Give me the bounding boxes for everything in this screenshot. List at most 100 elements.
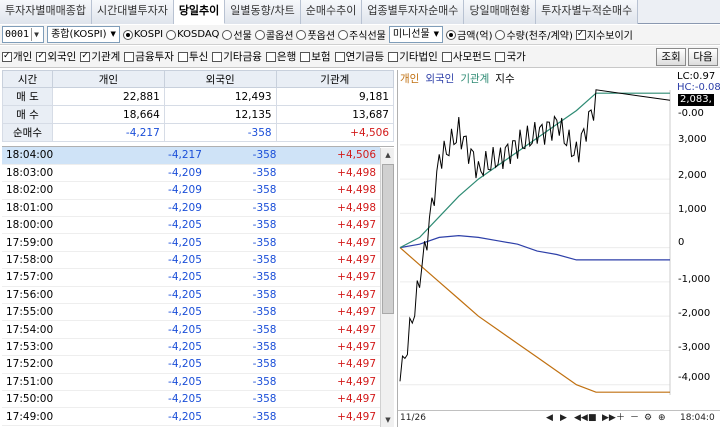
investor-checkbox-11[interactable]: 국가 bbox=[495, 49, 526, 64]
table-row[interactable]: 18:00:00 -4,205 -358 +4,497 bbox=[2, 216, 380, 235]
table-row[interactable]: 17:50:00 -4,205 -358 +4,497 bbox=[2, 390, 380, 409]
tab-2[interactable]: 당일추이 bbox=[173, 0, 226, 24]
table-row[interactable]: 17:58:00 -4,205 -358 +4,497 bbox=[2, 251, 380, 270]
futures-select[interactable]: 미니선물 ▼ bbox=[388, 26, 444, 43]
market-select[interactable]: 종합(KOSPI) ▼ bbox=[47, 26, 120, 43]
scroll-down-icon[interactable]: ▼ bbox=[381, 413, 395, 427]
value-cell: -358 bbox=[205, 233, 281, 252]
radio-icon[interactable] bbox=[338, 29, 349, 40]
market-radio-2[interactable]: 선물 bbox=[222, 27, 252, 42]
checkbox-icon[interactable] bbox=[80, 51, 91, 62]
chevron-down-icon[interactable]: ▼ bbox=[111, 27, 116, 42]
table-row[interactable]: 17:56:00 -4,205 -358 +4,497 bbox=[2, 286, 380, 305]
chart-nav-icon-0[interactable]: ◀ bbox=[546, 412, 553, 425]
table-row[interactable]: 17:52:00 -4,205 -358 +4,497 bbox=[2, 355, 380, 374]
table-row[interactable]: 17:49:00 -4,205 -358 +4,497 bbox=[2, 407, 380, 426]
tab-4[interactable]: 순매수추이 bbox=[300, 0, 363, 24]
series-line-2 bbox=[399, 92, 670, 249]
market-radio-4[interactable]: 풋옵션 bbox=[296, 27, 335, 42]
value-cell: -4,205 bbox=[81, 286, 206, 305]
tab-1[interactable]: 시간대별투자자 bbox=[91, 0, 174, 24]
value-cell: -4,209 bbox=[81, 199, 206, 218]
checkbox-icon[interactable] bbox=[388, 51, 399, 62]
table-row[interactable]: 18:01:00 -4,209 -358 +4,498 bbox=[2, 199, 380, 218]
table-row[interactable]: 18:02:00 -4,209 -358 +4,498 bbox=[2, 181, 380, 200]
checkbox-icon[interactable] bbox=[36, 51, 47, 62]
checkbox-icon[interactable] bbox=[124, 51, 135, 62]
show-index-checkbox[interactable]: 지수보이기 bbox=[575, 27, 633, 42]
checkbox-icon[interactable] bbox=[177, 51, 188, 62]
table-row[interactable]: 17:53:00 -4,205 -358 +4,497 bbox=[2, 338, 380, 357]
checkbox-icon[interactable] bbox=[2, 51, 12, 62]
y-tick-label: 3,000 bbox=[678, 134, 707, 145]
time-cell: 17:57:00 bbox=[2, 268, 82, 287]
radio-icon[interactable] bbox=[166, 29, 177, 40]
value-cell: -4,205 bbox=[81, 233, 206, 252]
radio-icon[interactable] bbox=[122, 29, 133, 40]
scroll-up-icon[interactable]: ▲ bbox=[381, 148, 395, 162]
chart-nav-icon-5[interactable]: ＋ bbox=[616, 412, 625, 425]
table-row[interactable]: 17:55:00 -4,205 -358 +4,497 bbox=[2, 303, 380, 322]
market-radio-5[interactable]: 주식선물 bbox=[338, 27, 386, 42]
radio-icon[interactable] bbox=[222, 29, 233, 40]
time-table-scrollbar[interactable]: ▲ ▼ bbox=[380, 148, 394, 427]
tab-0[interactable]: 투자자별매매종합 bbox=[0, 0, 92, 24]
unit-radio-label: 수량(천주/계약) bbox=[506, 31, 573, 42]
table-row[interactable]: 17:54:00 -4,205 -358 +4,497 bbox=[2, 320, 380, 339]
chevron-down-icon[interactable]: ▼ bbox=[31, 28, 41, 41]
unit-radio-1[interactable]: 수량(천주/계약) bbox=[495, 27, 573, 42]
checkbox-icon[interactable] bbox=[441, 51, 452, 62]
investor-checkbox-5[interactable]: 기타금융 bbox=[212, 49, 262, 64]
investor-checkbox-0[interactable]: 개인 bbox=[2, 49, 32, 64]
chart-nav-icon-3[interactable]: ■ bbox=[588, 412, 597, 425]
checkbox-icon[interactable] bbox=[495, 51, 506, 62]
investor-checkbox-7[interactable]: 보험 bbox=[300, 49, 331, 64]
value-cell: +4,497 bbox=[280, 320, 380, 339]
radio-icon[interactable] bbox=[495, 29, 506, 40]
table-row[interactable]: 17:51:00 -4,205 -358 +4,497 bbox=[2, 373, 380, 391]
radio-icon[interactable] bbox=[254, 29, 265, 40]
chart-nav-icon-2[interactable]: ◀◀ bbox=[574, 412, 588, 425]
radio-icon[interactable] bbox=[296, 29, 307, 40]
chart-nav-icon-6[interactable]: － bbox=[630, 412, 639, 425]
summary-row-label: 매 수 bbox=[2, 105, 53, 124]
table-row[interactable]: 18:04:00 -4,217 -358 +4,506 bbox=[2, 147, 380, 165]
market-radio-0[interactable]: KOSPI bbox=[122, 27, 163, 42]
tab-5[interactable]: 업종별투자자순매수 bbox=[362, 0, 465, 24]
checkbox-icon[interactable] bbox=[575, 29, 586, 40]
value-cell: +4,497 bbox=[280, 268, 380, 287]
checkbox-icon[interactable] bbox=[334, 51, 345, 62]
chart-nav-icon-1[interactable]: ▶ bbox=[560, 412, 567, 425]
investor-checkbox-6[interactable]: 은행 bbox=[265, 49, 296, 64]
search-button[interactable]: 조회 bbox=[656, 48, 686, 66]
chart-nav-icon-7[interactable]: ⚙ bbox=[644, 412, 652, 425]
investor-checkbox-10[interactable]: 사모펀드 bbox=[441, 49, 491, 64]
investor-checkbox-2[interactable]: 기관계 bbox=[80, 49, 120, 64]
chart-nav-icon-4[interactable]: ▶▶ bbox=[602, 412, 616, 425]
radio-icon[interactable] bbox=[446, 29, 457, 40]
unit-radio-0[interactable]: 금액(억) bbox=[446, 27, 492, 42]
market-radio-3[interactable]: 콜옵션 bbox=[254, 27, 293, 42]
tab-6[interactable]: 당일매매현황 bbox=[464, 0, 537, 24]
tab-3[interactable]: 일별동향/차트 bbox=[225, 0, 301, 24]
checkbox-icon[interactable] bbox=[212, 51, 223, 62]
investor-checkbox-4[interactable]: 투신 bbox=[177, 49, 208, 64]
investor-checkbox-3[interactable]: 금융투자 bbox=[124, 49, 174, 64]
summary-cell: -358 bbox=[163, 123, 277, 142]
table-row[interactable]: 17:57:00 -4,205 -358 +4,497 bbox=[2, 268, 380, 287]
chevron-down-icon[interactable]: ▼ bbox=[434, 27, 439, 42]
scroll-thumb[interactable] bbox=[382, 164, 394, 314]
investor-checkbox-9[interactable]: 기타법인 bbox=[388, 49, 438, 64]
investor-checkbox-1[interactable]: 외국인 bbox=[36, 49, 76, 64]
checkbox-icon[interactable] bbox=[300, 51, 311, 62]
market-radio-1[interactable]: KOSDAQ bbox=[166, 27, 219, 42]
next-button[interactable]: 다음 bbox=[688, 48, 718, 66]
tab-7[interactable]: 투자자별누적순매수 bbox=[536, 0, 639, 24]
chart-nav-icon-8[interactable]: ⊕ bbox=[658, 412, 666, 425]
checkbox-icon[interactable] bbox=[265, 51, 276, 62]
code-combobox[interactable]: 0001 ▼ bbox=[2, 26, 45, 43]
y-tick-label: -3,000 bbox=[678, 342, 711, 353]
table-row[interactable]: 17:59:00 -4,205 -358 +4,497 bbox=[2, 233, 380, 252]
investor-checkbox-8[interactable]: 연기금등 bbox=[334, 49, 384, 64]
table-row[interactable]: 18:03:00 -4,209 -358 +4,498 bbox=[2, 164, 380, 183]
